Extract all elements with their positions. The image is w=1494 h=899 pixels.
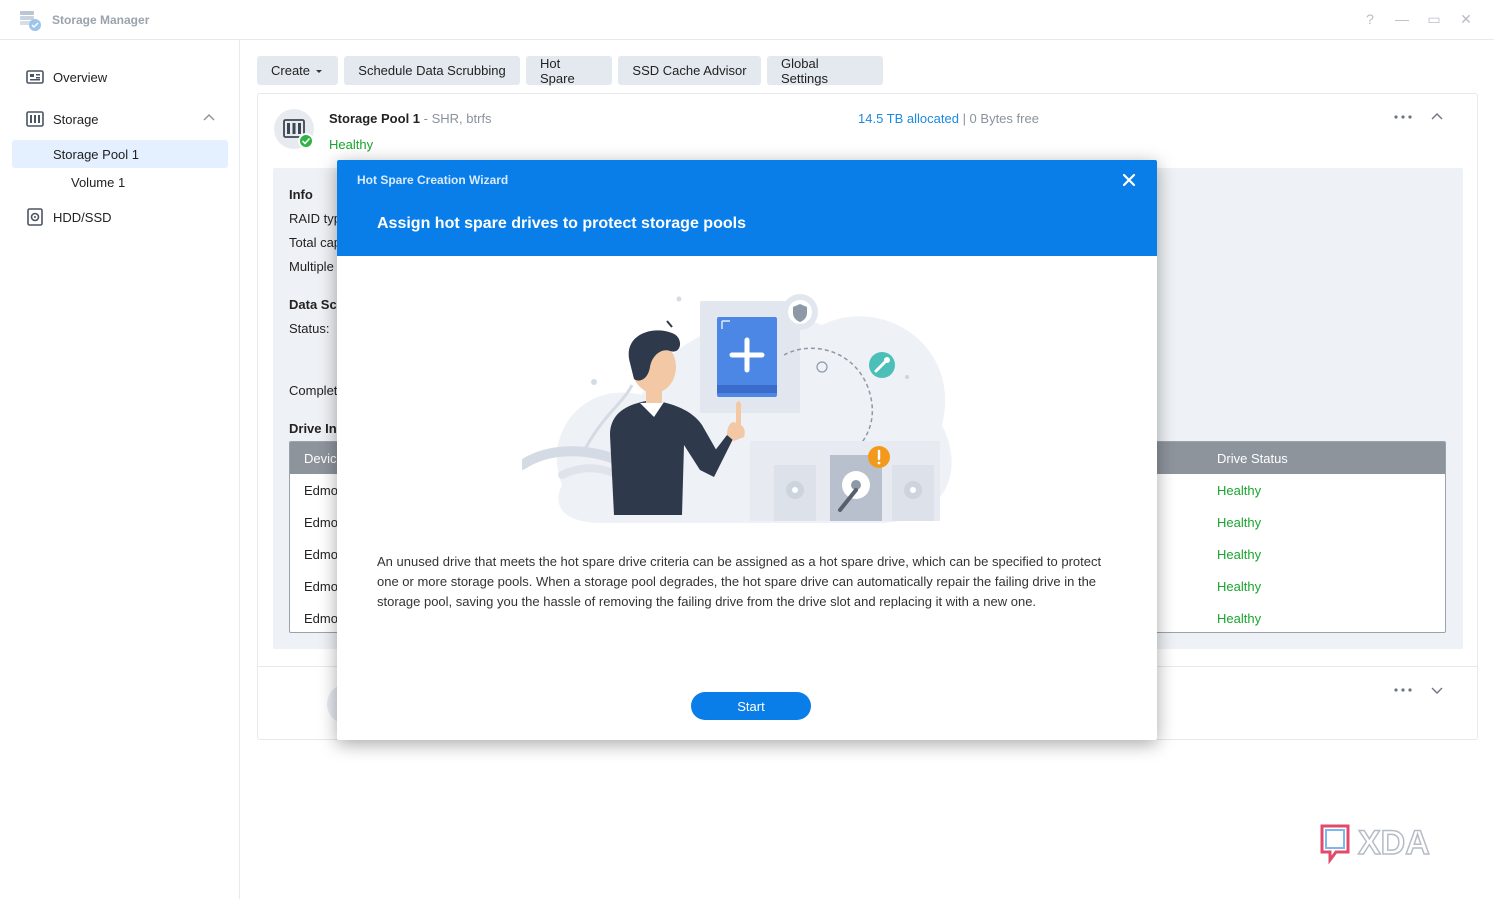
sidebar-item-label: Volume 1 (71, 174, 126, 190)
drive-device: Edmo (304, 547, 338, 562)
sidebar-item-label: Storage (53, 111, 99, 127)
storage-pool-icon (274, 109, 314, 149)
column-header-device[interactable]: Devic (304, 451, 337, 466)
minimize-icon[interactable]: — (1393, 10, 1411, 28)
dialog-window-title: Hot Spare Creation Wizard (357, 173, 509, 187)
storage-manager-app-icon (20, 11, 41, 31)
collapse-chevron-icon[interactable] (1430, 110, 1444, 124)
sidebar-item-label: Storage Pool 1 (53, 146, 140, 162)
close-icon[interactable] (1119, 170, 1139, 190)
chevron-up-icon[interactable] (202, 111, 216, 125)
multiple-label: Multiple (289, 259, 334, 274)
overview-icon (26, 70, 44, 84)
drive-status: Healthy (1217, 579, 1262, 594)
hdd-icon (27, 208, 43, 226)
hot-spare-illustration (522, 294, 952, 523)
expand-chevron-icon[interactable] (1430, 683, 1444, 697)
hot-spare-wizard-dialog: Hot Spare Creation Wizard Assign hot spa… (337, 160, 1157, 740)
sidebar-item-hdd-ssd[interactable]: HDD/SSD (12, 203, 228, 231)
drive-status: Healthy (1217, 515, 1262, 530)
sidebar-item-storage[interactable]: Storage (12, 105, 228, 133)
pool-allocated-link[interactable]: 14.5 TB allocated (858, 111, 959, 126)
global-settings-button[interactable]: Global Settings (767, 56, 883, 86)
drive-status: Healthy (1217, 611, 1262, 626)
sidebar-item-label: Overview (53, 69, 108, 85)
drive-device: Edmo (304, 611, 338, 626)
start-button[interactable]: Start (691, 692, 811, 720)
scrub-status-label: Status: (289, 321, 330, 336)
sidebar-item-volume-1[interactable]: Volume 1 (12, 168, 228, 196)
help-icon[interactable]: ? (1361, 10, 1379, 28)
more-options-icon[interactable] (1393, 685, 1413, 695)
watermark-text: XDA (1358, 824, 1430, 862)
sidebar-item-label: HDD/SSD (53, 209, 112, 225)
info-heading: Info (289, 187, 313, 202)
ssd-cache-advisor-button[interactable]: SSD Cache Advisor (618, 56, 761, 85)
caret-down-icon (316, 69, 323, 73)
hot-spare-button[interactable]: Hot Spare (526, 56, 612, 86)
column-header-drive-status[interactable]: Drive Status (1217, 451, 1288, 466)
app-title: Storage Manager (52, 13, 150, 27)
create-button-label: Create (271, 63, 311, 78)
sidebar-item-overview[interactable]: Overview (12, 63, 228, 91)
pool-subtitle: - SHR, btrfs (423, 111, 492, 126)
dialog-description: An unused drive that meets the hot spare… (377, 554, 1102, 609)
healthy-check-icon (298, 133, 314, 149)
maximize-icon[interactable]: ▭ (1425, 10, 1443, 28)
drive-status: Healthy (1217, 483, 1262, 498)
drive-device: Edmo (304, 483, 338, 498)
drive-status: Healthy (1217, 547, 1262, 562)
create-button[interactable]: Create (257, 56, 338, 85)
pool-usage: 14.5 TB allocated | 0 Bytes free (858, 111, 1039, 126)
dialog-heading: Assign hot spare drives to protect stora… (377, 215, 746, 232)
drive-device: Edmo (304, 579, 338, 594)
total-capacity-label: Total cap (289, 235, 342, 250)
drive-info-heading: Drive In (289, 421, 337, 436)
close-window-icon[interactable]: ✕ (1457, 10, 1475, 28)
more-options-icon[interactable] (1393, 112, 1413, 122)
pool-status: Healthy (329, 137, 374, 152)
sidebar: Overview Storage Storage Pool 1 Volume 1… (0, 40, 240, 899)
sidebar-item-storage-pool-1[interactable]: Storage Pool 1 (12, 140, 228, 168)
scrub-completed-label: Complet (289, 383, 338, 398)
pool-title: Storage Pool 1 - SHR, btrfs (329, 111, 492, 126)
pool-free: | 0 Bytes free (958, 111, 1039, 126)
schedule-data-scrubbing-button[interactable]: Schedule Data Scrubbing (344, 56, 520, 85)
raid-type-label: RAID typ (289, 211, 342, 226)
pool-name: Storage Pool 1 (329, 111, 421, 126)
data-scrubbing-heading: Data Sc (289, 297, 337, 312)
drive-device: Edmo (304, 515, 338, 530)
xda-watermark-logo: XDA (1320, 823, 1431, 864)
title-bar: Storage Manager ? — ▭ ✕ (0, 0, 1494, 40)
storage-icon (26, 111, 44, 127)
dialog-header: Hot Spare Creation Wizard Assign hot spa… (337, 160, 1157, 256)
